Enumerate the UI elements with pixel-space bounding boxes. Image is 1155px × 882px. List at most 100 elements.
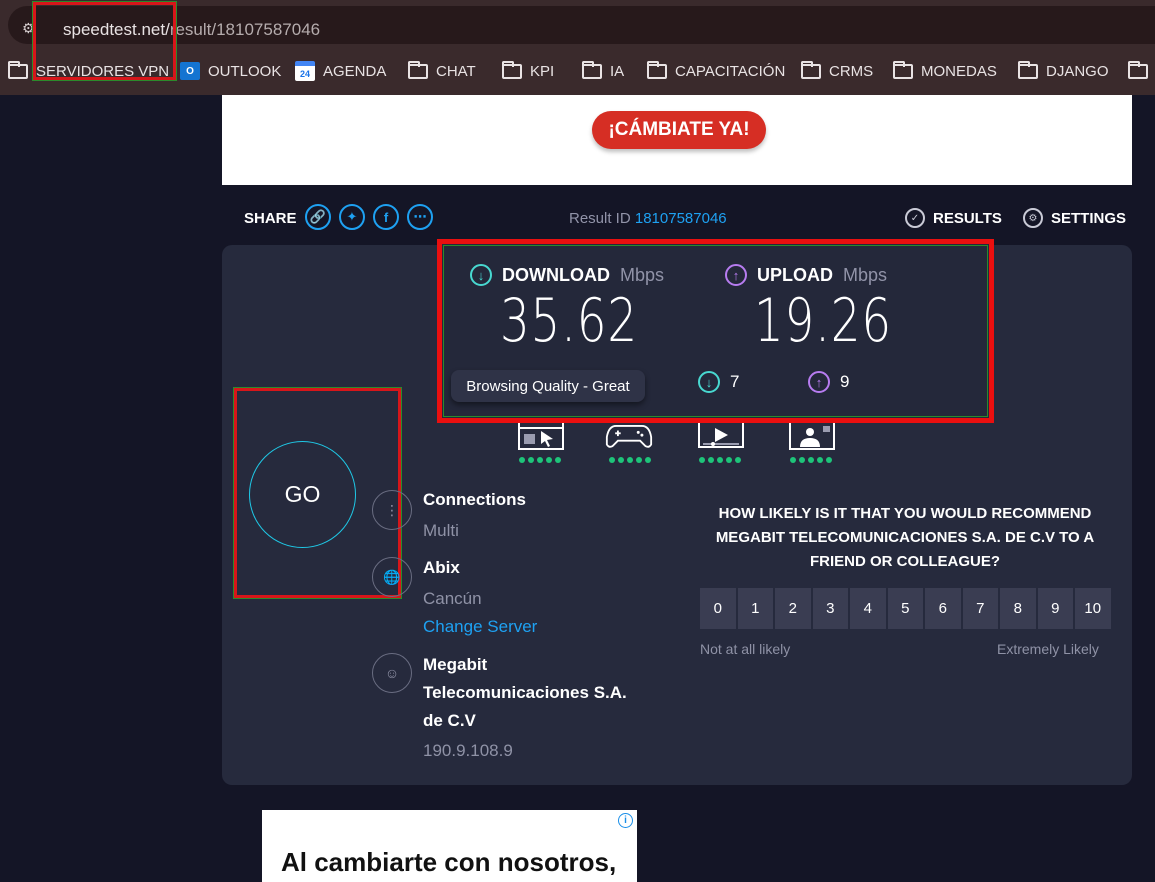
nps-option-7[interactable]: 7: [962, 588, 998, 629]
bookmark-capacitacion[interactable]: CAPACITACIÓN: [647, 60, 785, 82]
nps-option-8[interactable]: 8: [1000, 588, 1036, 629]
nps-option-0[interactable]: 0: [700, 588, 736, 629]
result-id-label: Result ID: [569, 210, 631, 227]
url-path: result/18107587046: [169, 20, 321, 39]
ping-download: ↓ 7: [698, 371, 739, 393]
nps-option-4[interactable]: 4: [850, 588, 886, 629]
result-id: Result ID 18107587046: [569, 210, 727, 227]
link-icon[interactable]: 🔗: [305, 204, 331, 230]
folder-icon: [1018, 60, 1038, 79]
upload-header: ↑ UPLOAD Mbps: [725, 264, 887, 286]
bookmark-label: CRMS: [829, 62, 874, 80]
folder-icon: [801, 60, 821, 79]
folder-icon: [8, 60, 28, 79]
browsing-icon[interactable]: [517, 423, 565, 451]
bookmark-label: CHAT: [436, 62, 476, 80]
ad-text: Al cambiarte con nosotros,: [281, 847, 617, 877]
download-unit: Mbps: [619, 264, 664, 285]
bookmark-kpi[interactable]: KPI: [502, 60, 554, 82]
nps-option-5[interactable]: 5: [887, 588, 923, 629]
bookmark-label: MONEDAS: [921, 62, 997, 80]
bookmark-ia[interactable]: IA: [582, 60, 624, 82]
connections-value[interactable]: Multi: [423, 521, 459, 541]
facebook-icon[interactable]: f: [373, 204, 399, 230]
nps-question: HOW LIKELY IS IT THAT YOU WOULD RECOMMEN…: [715, 505, 1095, 570]
folder-icon: [647, 60, 667, 79]
download-arrow-icon: ↓: [470, 264, 492, 286]
folder-icon: [893, 60, 913, 79]
bookmark-outlook[interactable]: O OUTLOOK: [180, 60, 281, 82]
ping-up-icon: ↑: [808, 371, 830, 393]
bookmark-agenda[interactable]: 24 AGENDA: [295, 60, 386, 82]
isp-name-line1: Megabit: [423, 655, 488, 674]
nps-scale: 0 1 2 3 4 5 6 7 8 9 10: [700, 588, 1111, 629]
download-header: ↓ DOWNLOAD Mbps: [470, 264, 664, 286]
nps-high-label: Extremely Likely: [997, 641, 1099, 657]
nps-option-9[interactable]: 9: [1037, 588, 1073, 629]
result-id-link[interactable]: 18107587046: [635, 210, 727, 227]
folder-icon: [1128, 60, 1148, 79]
twitter-icon[interactable]: ✦: [339, 204, 365, 230]
quality-tooltip: Browsing Quality - Great: [451, 370, 645, 402]
isp-name-line2: Telecomunicaciones S.A.: [423, 683, 627, 702]
server-name: Abix: [423, 558, 460, 577]
upload-speed: 19.26: [754, 286, 892, 356]
folder-icon: [582, 60, 602, 79]
connections-title: Connections: [423, 490, 526, 509]
globe-icon: 🌐: [372, 557, 412, 597]
download-speed: 35.62: [500, 286, 638, 356]
bookmark-label: CAPACITACIÓN: [675, 62, 786, 80]
result-box: ↓ DOWNLOAD Mbps ↑ UPLOAD Mbps 35.62 19.2…: [437, 239, 994, 423]
bookmark-crms[interactable]: CRMS: [801, 60, 873, 82]
bookmark-chat[interactable]: CHAT: [408, 60, 476, 82]
bookmark-label: DJANGO: [1046, 62, 1109, 80]
share-label: SHARE: [244, 210, 297, 227]
nps-option-6[interactable]: 6: [925, 588, 961, 629]
annotation-highlight: [32, 1, 177, 81]
change-server-link[interactable]: Change Server: [423, 617, 537, 637]
ping-up-value: 9: [840, 372, 850, 391]
browsing-rating: [519, 457, 561, 463]
bookmark-overflow[interactable]: [1128, 60, 1148, 82]
ad-banner[interactable]: i Al cambiarte con nosotros,: [262, 810, 637, 882]
folder-icon: [408, 60, 428, 79]
ping-upload: ↑ 9: [808, 371, 849, 393]
gear-icon: ⚙: [1023, 208, 1043, 228]
connections-icon: ⋮: [372, 490, 412, 530]
bookmark-django[interactable]: DJANGO: [1018, 60, 1109, 82]
check-circle-icon: ✓: [905, 208, 925, 228]
nps-option-3[interactable]: 3: [812, 588, 848, 629]
bookmark-label: AGENDA: [323, 62, 387, 80]
promo-banner: ¡CÁMBIATE YA!: [222, 95, 1132, 185]
more-share-icon[interactable]: ⋯: [407, 204, 433, 230]
bookmark-label: KPI: [530, 62, 555, 80]
streaming-icon[interactable]: [697, 423, 745, 451]
bookmark-monedas[interactable]: MONEDAS: [893, 60, 997, 82]
switch-now-button[interactable]: ¡CÁMBIATE YA!: [592, 111, 766, 149]
nps-option-1[interactable]: 1: [737, 588, 773, 629]
ping-down-icon: ↓: [698, 371, 720, 393]
folder-icon: [502, 60, 522, 79]
settings-link[interactable]: ⚙ SETTINGS: [1023, 208, 1126, 228]
settings-label: SETTINGS: [1051, 209, 1127, 227]
bookmark-label: IA: [610, 62, 625, 80]
ad-info-icon[interactable]: i: [618, 813, 633, 828]
nps-option-10[interactable]: 10: [1075, 588, 1111, 629]
ip-address: 190.9.108.9: [423, 741, 513, 760]
upload-arrow-icon: ↑: [725, 264, 747, 286]
gaming-icon[interactable]: [605, 423, 653, 451]
nps-low-label: Not at all likely: [700, 641, 791, 657]
address-field[interactable]: ⚙ speedtest.net/result/18107587046: [8, 6, 1155, 44]
server-location: Cancún: [423, 589, 482, 608]
outlook-icon: O: [180, 62, 200, 80]
video-call-icon[interactable]: [788, 423, 836, 451]
nps-option-2[interactable]: 2: [775, 588, 811, 629]
gaming-rating: [609, 457, 651, 463]
calendar-icon: 24: [295, 61, 315, 81]
user-icon: ☺: [372, 653, 412, 693]
results-label: RESULTS: [933, 209, 1002, 227]
go-button[interactable]: GO: [249, 441, 356, 548]
results-link[interactable]: ✓ RESULTS: [905, 208, 1002, 228]
upload-unit: Mbps: [843, 264, 888, 285]
bookmark-label: OUTLOOK: [208, 62, 282, 80]
